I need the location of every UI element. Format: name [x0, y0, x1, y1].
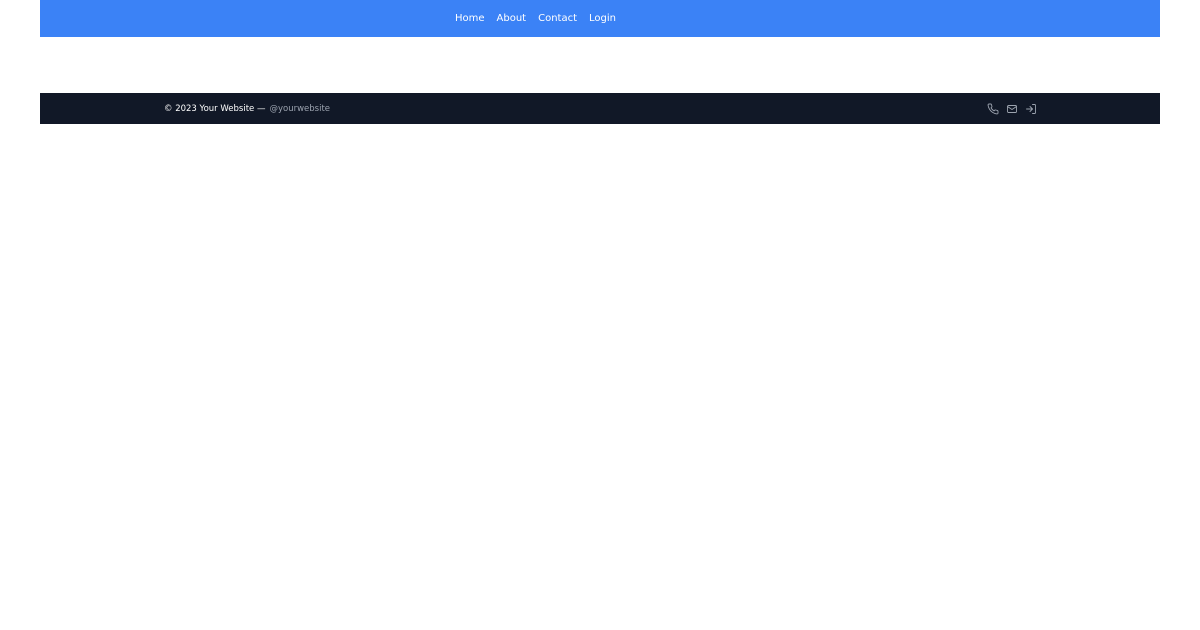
main-nav: Home About Contact Login [455, 0, 616, 37]
copyright-text: © 2023 Your Website — [164, 103, 266, 114]
header-bar: Home About Contact Login [40, 0, 1160, 37]
login-icon[interactable] [1025, 103, 1037, 115]
footer-text: © 2023 Your Website — @yourwebsite [164, 93, 330, 124]
footer-bar: © 2023 Your Website — @yourwebsite [40, 93, 1160, 124]
nav-link-home[interactable]: Home [455, 13, 485, 24]
page: Home About Contact Login © 2023 Your Web… [0, 0, 1200, 630]
social-handle-link[interactable]: @yourwebsite [269, 104, 330, 114]
main-content [40, 37, 1160, 93]
nav-link-login[interactable]: Login [589, 13, 616, 24]
mail-icon[interactable] [1006, 103, 1018, 115]
phone-icon[interactable] [987, 103, 999, 115]
footer-icons [987, 93, 1037, 124]
nav-link-contact[interactable]: Contact [538, 13, 577, 24]
nav-link-about[interactable]: About [497, 13, 527, 24]
